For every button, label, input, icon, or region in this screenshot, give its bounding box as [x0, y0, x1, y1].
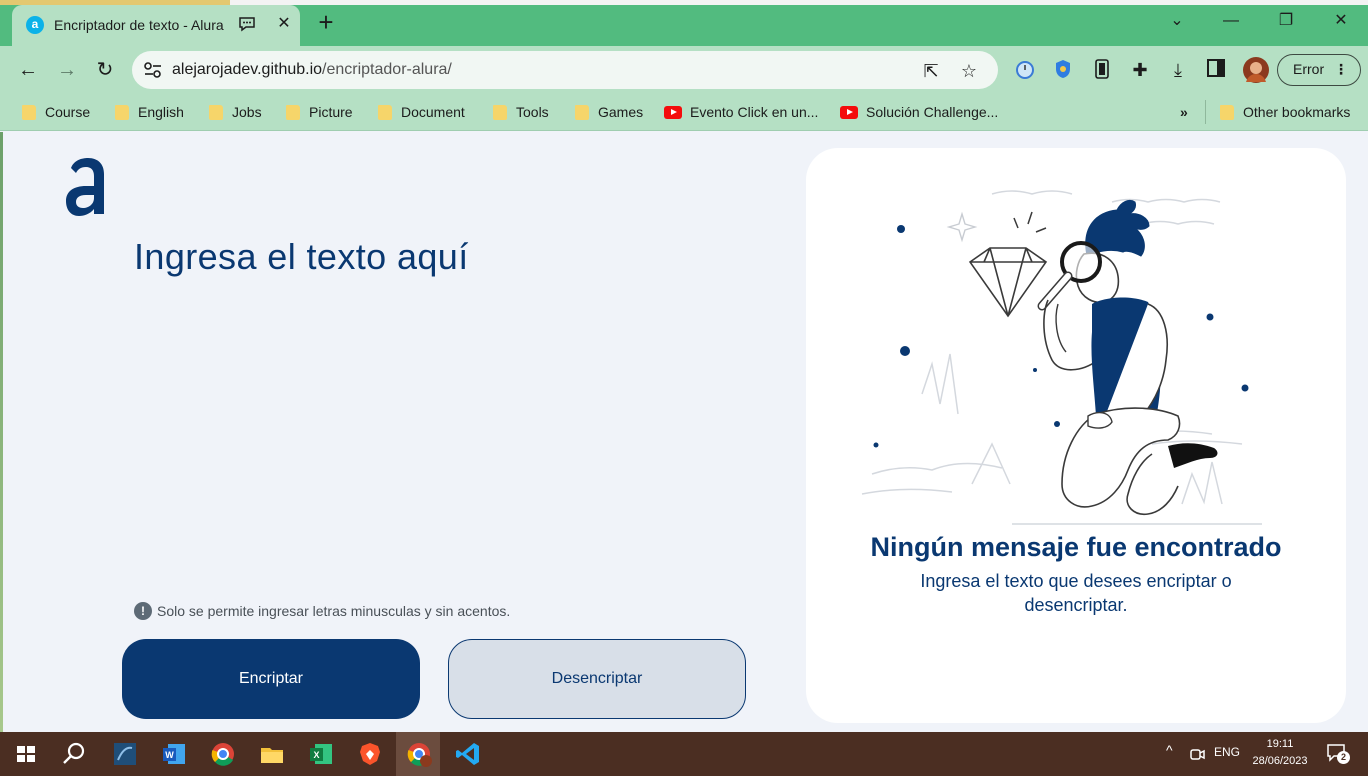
profile-error-button[interactable]: Error ⋮ [1277, 54, 1361, 86]
bookmark-english[interactable]: English [115, 103, 184, 123]
reload-icon[interactable]: ↻ [91, 56, 119, 84]
hint-text: Solo se permite ingresar letras minuscul… [157, 603, 511, 619]
extension-shield-icon[interactable] [1051, 58, 1075, 82]
search-icon[interactable] [60, 740, 88, 768]
bookmark-jobs[interactable]: Jobs [209, 103, 262, 123]
encrypt-button[interactable]: Encriptar [122, 639, 420, 719]
folder-icon [22, 105, 36, 120]
youtube-icon [840, 106, 858, 119]
chat-bubble-icon [239, 17, 255, 32]
bookmark-label: Evento Click en un... [690, 104, 819, 120]
forward-icon[interactable]: → [53, 56, 81, 84]
folder-icon [493, 105, 507, 120]
system-clock[interactable]: 19:11 28/06/2023 [1250, 736, 1310, 770]
result-panel: Ningún mensaje fue encontrado Ingresa el… [806, 148, 1346, 723]
bookmark-solucion[interactable]: Solución Challenge... [840, 103, 998, 123]
side-panel-icon[interactable] [1204, 58, 1228, 82]
more-bookmarks-chevron-icon[interactable]: » [1180, 103, 1188, 123]
info-exclamation-icon: ! [134, 602, 152, 620]
notification-center-icon[interactable]: 2 [1326, 743, 1350, 764]
bookmark-label: Document [401, 104, 465, 120]
input-hint: ! Solo se permite ingresar letras minuscu… [134, 602, 510, 620]
clock-date: 28/06/2023 [1252, 755, 1308, 767]
person-magnifier-illustration [861, 190, 1262, 525]
result-subtitle: Ingresa el texto que desees encriptar o … [920, 571, 1232, 615]
bookmark-label: Picture [309, 104, 353, 120]
window-left-edge [0, 132, 3, 732]
bookmark-label: English [138, 104, 184, 120]
file-explorer-icon[interactable] [258, 740, 286, 768]
svg-text:X: X [313, 750, 319, 760]
excel-icon[interactable]: X [307, 740, 335, 768]
bookmark-document[interactable]: Document [378, 103, 465, 123]
minimize-icon[interactable]: — [1216, 8, 1246, 34]
bookmark-label: Solución Challenge... [866, 104, 999, 120]
windows-start-icon[interactable] [12, 740, 40, 768]
folder-icon [209, 105, 223, 120]
tab-strip: a Encriptador de texto - Alura ✕ + ⌄ — ❐… [0, 0, 1368, 46]
new-tab-icon[interactable]: + [313, 9, 339, 36]
bookmark-games[interactable]: Games [575, 103, 643, 123]
chrome-icon[interactable] [209, 740, 237, 768]
extension-battery-icon[interactable] [1090, 58, 1114, 82]
tab-title: Encriptador de texto - Alura [54, 17, 224, 33]
bookmark-label: Jobs [232, 104, 262, 120]
restore-icon[interactable]: ❐ [1271, 8, 1301, 34]
meet-now-icon[interactable] [1188, 745, 1206, 763]
windows-taskbar: W X ^ ENG 19:11 28/06/2023 2 [0, 732, 1368, 776]
address-bar[interactable]: alejarojadev.github.io/encriptador-alura… [132, 51, 998, 89]
folder-icon [286, 105, 300, 120]
profile-error-label: Error [1293, 61, 1325, 77]
folder-icon [378, 105, 392, 120]
extension-timer-icon[interactable] [1013, 58, 1037, 82]
bookmark-label: Course [45, 104, 91, 120]
bookmark-label: Other bookmarks [1243, 104, 1351, 120]
clock-time: 19:11 [1266, 738, 1294, 750]
bookmark-evento[interactable]: Evento Click en un... [664, 103, 818, 123]
vscode-icon[interactable] [454, 740, 482, 768]
bookmark-course[interactable]: Course [22, 103, 90, 123]
bookmarks-divider [1205, 100, 1206, 124]
bookmark-star-icon[interactable]: ☆ [958, 60, 980, 82]
result-title: Ningún mensaje fue encontrado [870, 532, 1282, 562]
tab-search-chevron-icon[interactable]: ⌄ [1162, 8, 1192, 34]
bookmarks-bar: Course English Jobs Picture Document Too… [0, 94, 1368, 131]
close-window-icon[interactable]: ✕ [1326, 8, 1356, 34]
url-domain: alejarojadev.github.io [172, 61, 323, 78]
language-indicator[interactable]: ENG [1214, 745, 1240, 759]
bookmark-label: Games [598, 104, 644, 120]
site-info-icon[interactable] [142, 60, 164, 80]
download-icon[interactable]: ⤓ [1166, 58, 1190, 82]
url-path: /encriptador-alura/ [322, 61, 452, 78]
word-icon[interactable]: W [160, 740, 188, 768]
alura-logo-icon [66, 158, 104, 216]
bookmark-tools[interactable]: Tools [493, 103, 549, 123]
tab-active[interactable]: a Encriptador de texto - Alura ✕ [12, 5, 300, 46]
alura-favicon-icon: a [26, 16, 44, 34]
brave-icon[interactable] [356, 740, 384, 768]
page-content: Ingresa el texto aquí ! Solo se permite i… [0, 132, 1368, 732]
bookmark-picture[interactable]: Picture [286, 103, 353, 123]
mysql-workbench-icon[interactable] [111, 740, 139, 768]
chrome-profile-icon[interactable] [405, 740, 433, 768]
input-heading: Ingresa el texto aquí [134, 236, 469, 277]
tray-chevron-up-icon[interactable]: ^ [1166, 742, 1173, 758]
decrypt-button[interactable]: Desencriptar [448, 639, 746, 719]
folder-icon [575, 105, 589, 120]
extensions-puzzle-icon[interactable]: ✚ [1128, 58, 1152, 82]
bookmark-label: Tools [516, 104, 549, 120]
url-text: alejarojadev.github.io/encriptador-alura… [172, 61, 452, 79]
share-icon[interactable]: ⇱ [920, 60, 942, 82]
menu-kebab-icon: ⋮ [1334, 61, 1348, 77]
notification-count: 2 [1337, 751, 1350, 764]
youtube-icon [664, 106, 682, 119]
svg-text:W: W [165, 750, 174, 760]
folder-icon [115, 105, 129, 120]
folder-icon [1220, 105, 1234, 120]
profile-avatar[interactable] [1242, 56, 1269, 83]
bookmark-other[interactable]: Other bookmarks [1220, 103, 1350, 123]
browser-toolbar: ← → ↻ alejarojadev.github.io/encriptador… [0, 46, 1368, 94]
tab-close-icon[interactable]: ✕ [274, 14, 294, 34]
back-icon[interactable]: ← [14, 56, 42, 84]
